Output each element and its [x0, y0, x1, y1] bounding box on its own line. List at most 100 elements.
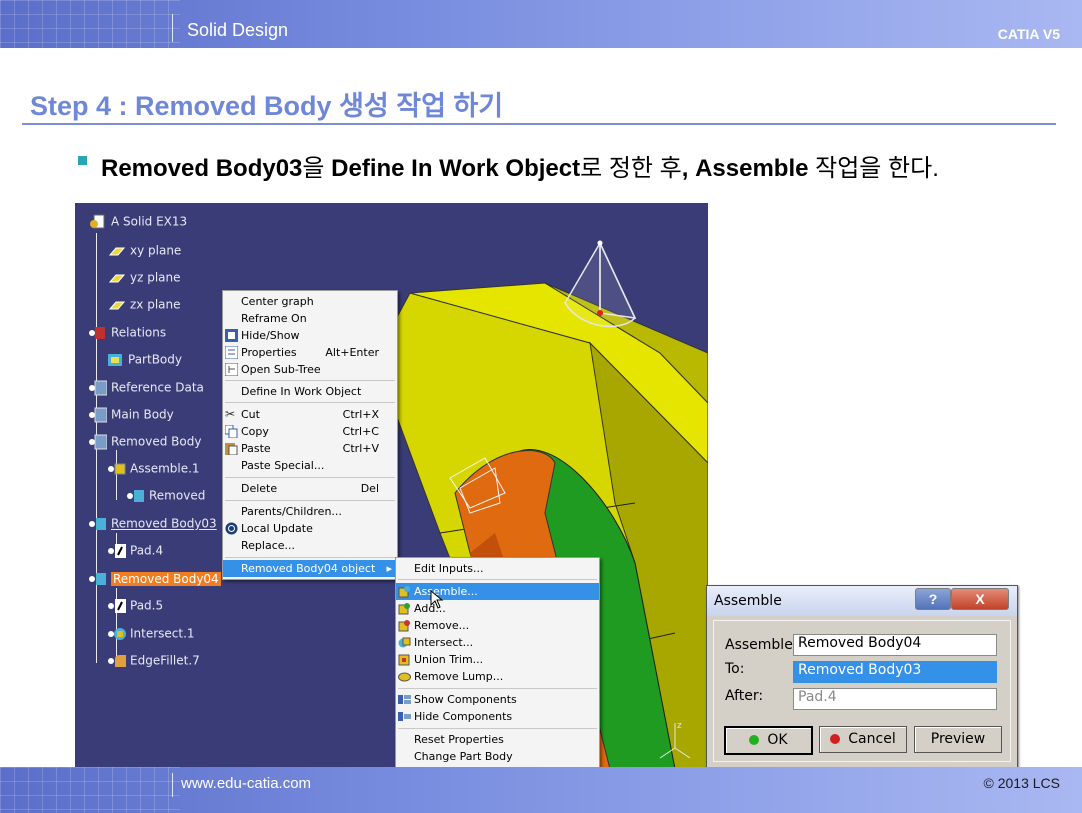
tree-item-zx-plane[interactable]: zx plane: [108, 297, 181, 313]
menu-reframe-on[interactable]: Reframe On: [223, 310, 397, 327]
submenu-change-part-body[interactable]: Change Part Body: [396, 748, 599, 765]
menu-label: Define In Work Object: [241, 385, 362, 398]
menu-parents-children[interactable]: Parents/Children...: [223, 503, 397, 520]
tree-item-reference-data[interactable]: Reference Data: [89, 380, 204, 396]
menu-label: Open Sub-Tree: [241, 363, 321, 376]
instruction-part4: 로 정한 후: [580, 155, 682, 182]
body-icon: [127, 490, 144, 502]
sub-tree-icon: [225, 363, 238, 376]
tree-label: Pad.5: [130, 598, 164, 613]
geoset-icon: [89, 434, 107, 450]
help-button[interactable]: ?: [915, 588, 951, 610]
intersect-icon: [398, 637, 411, 648]
tree-label: Intersect.1: [130, 626, 195, 641]
submenu-edit-inputs[interactable]: Edit Inputs...: [396, 560, 599, 577]
submenu-show-components[interactable]: Show Components: [396, 691, 599, 708]
menu-cut[interactable]: ✂ Cut Ctrl+X: [223, 406, 397, 423]
cancel-button[interactable]: Cancel: [819, 726, 907, 753]
tree-item-pad-5[interactable]: Pad.5: [108, 598, 163, 614]
ok-button[interactable]: OK: [724, 726, 813, 755]
footer-url[interactable]: www.edu-catia.com: [181, 775, 311, 792]
plane-icon: [108, 247, 126, 256]
tree-item-yz-plane[interactable]: yz plane: [108, 270, 181, 286]
tree-item-relations[interactable]: Relations: [89, 325, 166, 341]
relations-icon: [89, 327, 105, 339]
to-field[interactable]: Removed Body03: [793, 661, 997, 683]
after-field[interactable]: Pad.4: [793, 688, 997, 710]
ok-icon: [749, 735, 760, 745]
tree-label: EdgeFillet.7: [130, 653, 200, 668]
submenu-remove-lump[interactable]: Remove Lump...: [396, 668, 599, 685]
menu-center-graph[interactable]: Center graph: [223, 293, 397, 310]
menu-shortcut: Ctrl+V: [342, 442, 379, 455]
submenu-remove[interactable]: Remove...: [396, 617, 599, 634]
geoset-icon: [89, 380, 107, 396]
menu-paste[interactable]: Paste Ctrl+V: [223, 440, 397, 457]
menu-removed-body04-object[interactable]: Removed Body04 object ▸: [223, 560, 397, 577]
submenu-hide-components[interactable]: Hide Components: [396, 708, 599, 725]
cancel-label: Cancel: [848, 731, 896, 747]
menu-label: Paste: [241, 442, 271, 455]
close-button[interactable]: X: [951, 588, 1009, 610]
union-trim-icon: [398, 654, 410, 666]
assemble-icon: [398, 586, 410, 598]
tree-item-assemble-1[interactable]: Assemble.1: [108, 461, 200, 477]
tree-label: Removed: [149, 488, 206, 503]
tree-item-root[interactable]: A Solid EX13: [89, 214, 187, 230]
tree-label: Main Body: [111, 407, 174, 422]
cancel-icon: [830, 734, 841, 744]
pad-icon: [108, 544, 126, 558]
menu-delete[interactable]: Delete Del: [223, 480, 397, 497]
menu-label: Removed Body04 object: [241, 562, 376, 575]
footer-grid-decoration: [0, 767, 180, 813]
menu-local-update[interactable]: Local Update: [223, 520, 397, 537]
instruction-text: Removed Body03을 Define In Work Object로 정…: [101, 148, 939, 183]
assemble-label: Assemble: [725, 637, 793, 653]
preview-button[interactable]: Preview: [914, 726, 1002, 753]
menu-label: Edit Inputs...: [414, 562, 484, 575]
tree-item-intersect-1[interactable]: Intersect.1: [108, 626, 195, 642]
menu-label: Remove...: [414, 619, 470, 632]
tree-item-removed-body04[interactable]: Removed Body04: [89, 571, 221, 587]
step-title-rule: [22, 123, 1056, 125]
menu-label: Show Components: [414, 693, 517, 706]
submenu-union-trim[interactable]: Union Trim...: [396, 651, 599, 668]
tree-item-removed[interactable]: Removed: [127, 488, 205, 504]
menu-separator: [225, 557, 395, 558]
tree-label: zx plane: [130, 297, 181, 312]
menu-label: Reset Properties: [414, 733, 504, 746]
tree-item-removed-body03[interactable]: Removed Body03: [89, 516, 217, 532]
submenu-add[interactable]: Add...: [396, 600, 599, 617]
scissors-icon: ✂: [225, 407, 236, 421]
instruction-part6: 작업을 한다.: [808, 155, 939, 182]
menu-paste-special[interactable]: Paste Special...: [223, 457, 397, 474]
tree-item-pad-4[interactable]: Pad.4: [108, 543, 163, 559]
instruction-part1: Removed Body03: [101, 155, 303, 182]
menu-hide-show[interactable]: Hide/Show: [223, 327, 397, 344]
menu-copy[interactable]: Copy Ctrl+C: [223, 423, 397, 440]
tree-item-main-body[interactable]: Main Body: [89, 407, 174, 423]
fillet-icon: [108, 655, 126, 667]
header-grid-decoration: [0, 0, 180, 48]
tree-item-removed-body[interactable]: Removed Body: [89, 434, 201, 450]
menu-define-in-work-object[interactable]: Define In Work Object: [223, 383, 397, 400]
to-label: To:: [725, 661, 745, 677]
menu-replace[interactable]: Replace...: [223, 537, 397, 554]
submenu-intersect[interactable]: Intersect...: [396, 634, 599, 651]
header-bar: Solid Design CATIA V5: [0, 0, 1082, 48]
instruction-part2: 을: [302, 155, 332, 182]
mouse-cursor-icon: [430, 590, 444, 609]
tree-item-partbody[interactable]: PartBody: [106, 352, 182, 368]
assemble-field[interactable]: Removed Body04: [793, 634, 997, 656]
tree-item-xy-plane[interactable]: xy plane: [108, 243, 181, 259]
menu-properties[interactable]: Properties Alt+Enter: [223, 344, 397, 361]
tree-label: Assemble.1: [130, 461, 200, 476]
body-icon: [89, 518, 106, 530]
menu-separator: [225, 477, 395, 478]
menu-open-sub-tree[interactable]: Open Sub-Tree: [223, 361, 397, 378]
menu-label: Delete: [241, 482, 278, 495]
header-product: CATIA V5: [997, 26, 1060, 42]
submenu-assemble[interactable]: Assemble...: [396, 583, 599, 600]
tree-item-edgefillet-7[interactable]: EdgeFillet.7: [108, 653, 200, 669]
submenu-reset-properties[interactable]: Reset Properties: [396, 731, 599, 748]
